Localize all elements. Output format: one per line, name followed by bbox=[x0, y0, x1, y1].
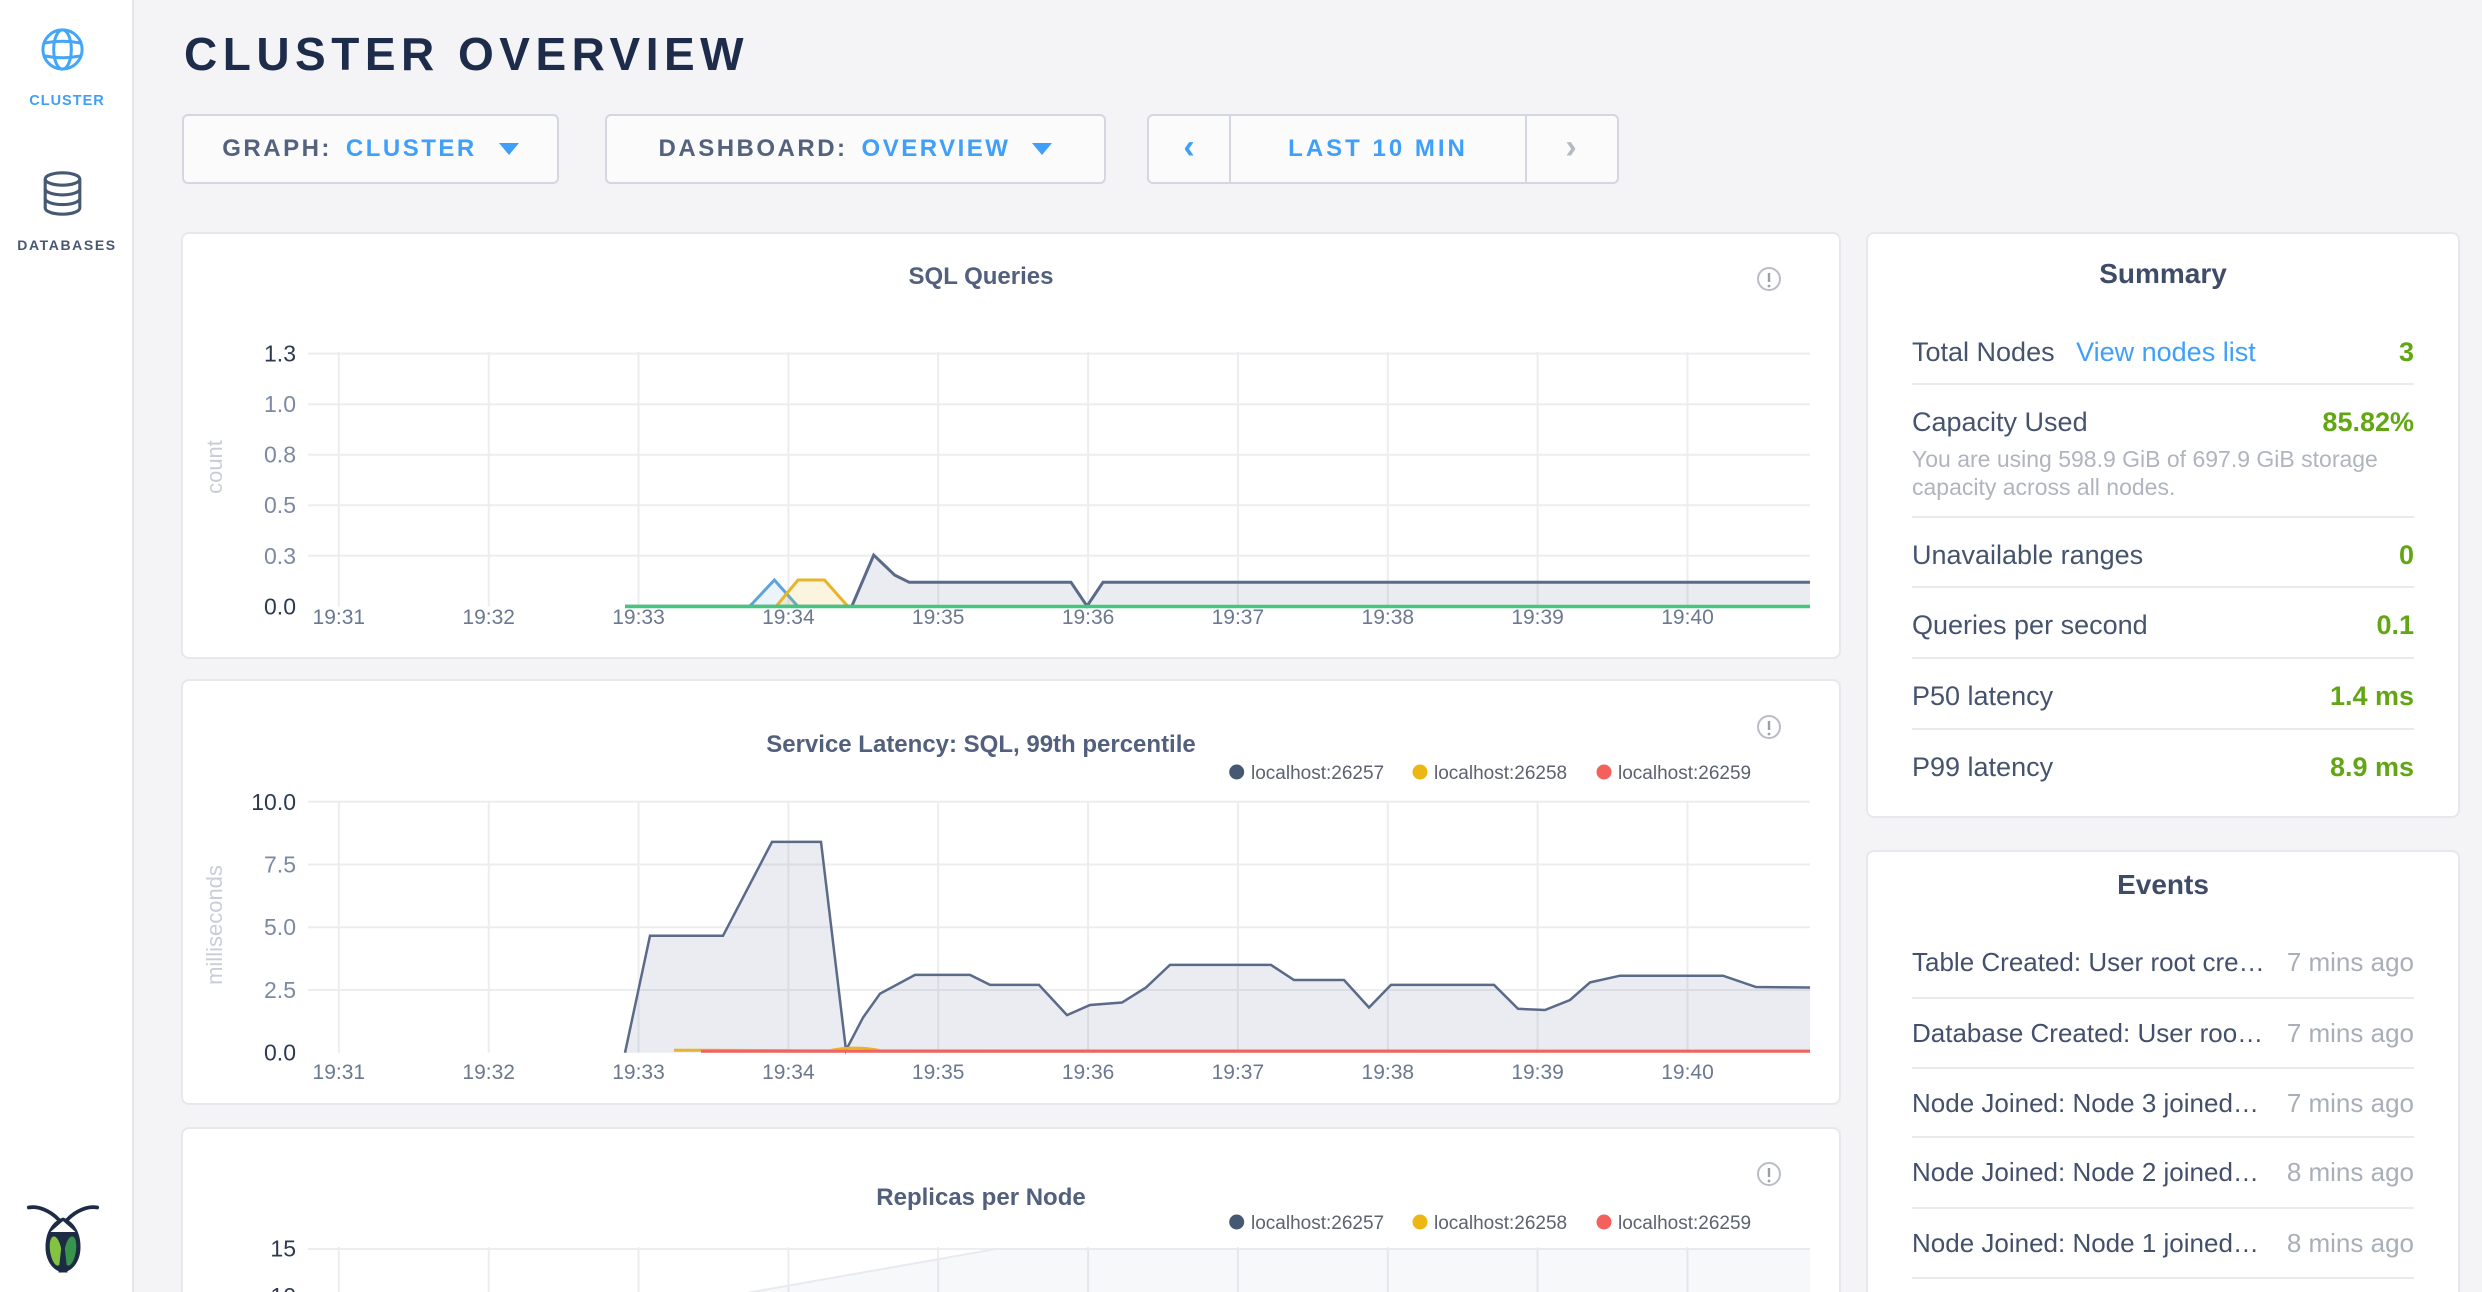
svg-text:19:36: 19:36 bbox=[1062, 1061, 1115, 1084]
svg-text:1.0: 1.0 bbox=[264, 391, 296, 417]
svg-text:19:33: 19:33 bbox=[612, 1061, 665, 1084]
svg-text:0.0: 0.0 bbox=[264, 593, 296, 619]
svg-text:19:36: 19:36 bbox=[1062, 606, 1115, 629]
svg-text:7.5: 7.5 bbox=[264, 852, 296, 878]
svg-text:19:39: 19:39 bbox=[1511, 606, 1564, 629]
svg-text:0.5: 0.5 bbox=[264, 492, 296, 518]
svg-text:SQL Queries: SQL Queries bbox=[909, 263, 1054, 290]
svg-text:19:38: 19:38 bbox=[1362, 1061, 1415, 1084]
svg-text:localhost:26259: localhost:26259 bbox=[1618, 1213, 1751, 1234]
svg-text:Replicas per Node: Replicas per Node bbox=[876, 1184, 1085, 1211]
svg-text:19:32: 19:32 bbox=[462, 1061, 515, 1084]
svg-text:19:39: 19:39 bbox=[1511, 1061, 1564, 1084]
svg-text:localhost:26258: localhost:26258 bbox=[1434, 1213, 1567, 1234]
svg-text:milliseconds: milliseconds bbox=[202, 865, 227, 985]
svg-text:localhost:26257: localhost:26257 bbox=[1251, 1213, 1384, 1234]
svg-text:19:40: 19:40 bbox=[1661, 606, 1714, 629]
svg-text:localhost:26259: localhost:26259 bbox=[1618, 763, 1751, 784]
svg-text:0.8: 0.8 bbox=[264, 442, 296, 468]
svg-text:19:32: 19:32 bbox=[462, 606, 515, 629]
svg-text:19:34: 19:34 bbox=[762, 1061, 815, 1084]
svg-text:19:34: 19:34 bbox=[762, 606, 815, 629]
svg-text:19:38: 19:38 bbox=[1362, 606, 1415, 629]
svg-text:5.0: 5.0 bbox=[264, 914, 296, 940]
svg-text:19:37: 19:37 bbox=[1212, 1061, 1265, 1084]
svg-text:localhost:26258: localhost:26258 bbox=[1434, 763, 1567, 784]
svg-text:count: count bbox=[202, 440, 227, 494]
svg-text:Service Latency: SQL, 99th per: Service Latency: SQL, 99th percentile bbox=[766, 731, 1196, 758]
svg-text:19:40: 19:40 bbox=[1661, 1061, 1714, 1084]
svg-text:localhost:26257: localhost:26257 bbox=[1251, 763, 1384, 784]
svg-text:19:31: 19:31 bbox=[313, 606, 366, 629]
svg-text:0.3: 0.3 bbox=[264, 543, 296, 569]
svg-text:19:35: 19:35 bbox=[912, 1061, 965, 1084]
svg-text:19:31: 19:31 bbox=[313, 1061, 366, 1084]
svg-text:10.0: 10.0 bbox=[251, 789, 296, 815]
svg-text:2.5: 2.5 bbox=[264, 977, 296, 1003]
svg-text:19:35: 19:35 bbox=[912, 606, 965, 629]
svg-text:10: 10 bbox=[270, 1283, 296, 1292]
svg-text:19:33: 19:33 bbox=[612, 606, 665, 629]
svg-text:19:37: 19:37 bbox=[1212, 606, 1265, 629]
svg-text:1.3: 1.3 bbox=[264, 341, 296, 367]
svg-text:0.0: 0.0 bbox=[264, 1040, 296, 1066]
svg-text:15: 15 bbox=[270, 1236, 296, 1262]
